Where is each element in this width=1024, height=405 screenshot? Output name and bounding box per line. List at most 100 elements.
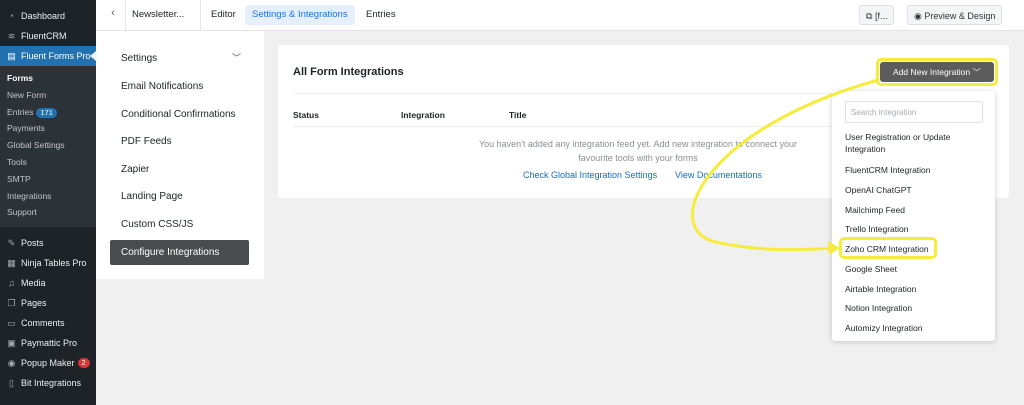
page-title: All Form Integrations [293,66,404,78]
wp-submenu-label: Entries [7,106,34,117]
wp-submenu-support[interactable]: Support [0,204,96,221]
settings-menu-landing-page[interactable]: Landing Page [110,184,249,209]
wp-submenu-label: SMTP [7,173,31,184]
form-editor-topbar: ‹ Newsletter... Editor Settings & Integr… [96,0,1024,31]
copy-icon: ⧉ [866,11,873,21]
popup-icon: ◉ [7,357,16,368]
wp-menu-label: Media [21,278,46,289]
settings-menu-email-notifications[interactable]: Email Notifications [110,74,249,99]
wp-submenu-label: New Form [7,89,47,100]
fluent-forms-icon: ▤ [7,50,16,61]
wp-submenu-label: Global Settings [7,140,65,151]
settings-menu-custom-css-js[interactable]: Custom CSS/JS [110,212,249,237]
divider [200,0,201,31]
payment-icon: ▣ [7,337,16,348]
wp-admin-sidebar: ◔ Dashboard ≋ FluentCRM ▤ Fluent Forms P… [0,0,96,405]
wp-menu-ninja-tables[interactable]: ▦ Ninja Tables Pro [0,253,96,273]
wp-submenu-new-form[interactable]: New Form [0,87,96,104]
wp-menu-label: FluentCRM [21,31,67,41]
dropdown-item-google-sheet[interactable]: Google Sheet [845,263,985,275]
comment-icon: ▭ [7,317,16,328]
view-documentation-link[interactable]: View Documentations [675,170,762,180]
wp-submenu-tools[interactable]: Tools [0,154,96,171]
wp-menu-label: Dashboard [21,11,66,21]
dropdown-item-mailchimp[interactable]: Mailchimp Feed [845,204,985,216]
wp-submenu-payments[interactable]: Payments [0,120,96,137]
wp-submenu: Forms New Form Entries 171 Payments Globa… [0,66,96,228]
wp-menu-label: Fluent Forms Pro [21,51,91,61]
empty-state-line: You haven't added any integration feed y… [478,139,798,149]
wp-menu-fluentcrm[interactable]: ≋ FluentCRM [0,26,96,46]
dropdown-item-notion[interactable]: Notion Integration [845,302,985,314]
pages-icon: ❐ [7,297,16,308]
empty-state-line: favourite tools with your forms [578,153,698,163]
wp-submenu-integrations[interactable]: Integrations [0,188,96,205]
wp-menu-label: Pages [21,298,47,309]
wp-menu-pages[interactable]: ❐ Pages [0,293,96,313]
preview-label: Preview & Design [924,11,996,21]
wp-menu-label: Bit Integrations [21,378,82,389]
bit-icon: ▯ [9,377,14,388]
chevron-down-icon: ﹀ [231,53,241,63]
divider [125,0,126,31]
wp-menu-label: Popup Maker [21,358,75,369]
settings-menu-pdf-feeds[interactable]: PDF Feeds [110,129,249,154]
wp-submenu-label: Support [7,207,37,218]
wp-submenu-smtp[interactable]: SMTP [0,171,96,188]
back-chevron-icon[interactable]: ‹ [106,7,120,23]
wp-submenu-global-settings[interactable]: Global Settings [0,137,96,154]
wp-menu-media[interactable]: ♫ Media [0,273,96,293]
wp-menu-paymattic[interactable]: ▣ Paymattic Pro [0,333,96,353]
search-integration-input[interactable] [845,101,983,123]
settings-menu-conditional-confirmations[interactable]: Conditional Confirmations [110,102,249,127]
settings-menu-label: Settings [121,53,158,64]
wp-submenu-label: Forms [7,73,33,83]
dropdown-item-trello[interactable]: Trello Integration [845,223,985,235]
settings-menu: Settings ﹀ Email Notifications Condition… [96,31,264,279]
wp-submenu-label: Payments [7,123,45,134]
shortcode-label: [f... [874,11,888,21]
tab-entries[interactable]: Entries [359,5,403,25]
settings-menu-configure-integrations[interactable]: Configure Integrations [110,240,249,265]
eye-icon: ◉ [914,11,922,21]
entries-count-badge: 171 [36,107,57,118]
wp-menu-posts[interactable]: ✎ Posts [0,233,96,253]
settings-menu-zapier[interactable]: Zapier [110,157,249,182]
column-header-status: Status [293,110,319,120]
integration-dropdown: User Registration or Update Integration … [832,91,995,341]
wp-menu-label: Ninja Tables Pro [21,258,87,269]
column-header-title: Title [509,110,527,120]
wp-submenu-forms[interactable]: Forms [0,70,96,87]
dropdown-item-openai-chatgpt[interactable]: OpenAI ChatGPT [845,184,985,196]
settings-menu-settings[interactable]: Settings ﹀ [110,46,249,71]
divider [293,126,833,127]
wp-menu-label: Paymattic Pro [21,338,78,349]
shortcode-copy-button[interactable]: ⧉ [f... [859,5,895,25]
preview-design-button[interactable]: ◉ Preview & Design [907,5,1003,25]
tab-editor[interactable]: Editor [204,5,243,25]
highlight-add-button [876,58,998,86]
wp-menu-fluent-forms-pro[interactable]: ▤ Fluent Forms Pro [0,46,96,66]
dropdown-item-automizy[interactable]: Automizy Integration [845,322,985,334]
wp-menu-dashboard[interactable]: ◔ Dashboard [0,6,96,26]
wp-menu-bit-integrations[interactable]: ▯ Bit Integrations [0,373,96,393]
wp-menu-comments[interactable]: ▭ Comments [0,313,96,333]
table-icon: ▦ [7,257,16,268]
dropdown-item-airtable[interactable]: Airtable Integration [845,283,985,295]
tab-settings-integrations[interactable]: Settings & Integrations [245,5,355,25]
empty-state-message: You haven't added any integration feed y… [468,137,808,165]
fluentcrm-icon: ≋ [7,30,16,41]
wp-submenu-label: Integrations [7,190,52,201]
wp-menu-popup-maker[interactable]: ◉ Popup Maker 2 [0,353,96,373]
wp-submenu-entries[interactable]: Entries 171 [0,104,96,121]
wp-submenu-label: Tools [7,156,27,167]
pin-icon: ✎ [7,237,16,248]
dropdown-item-fluentcrm[interactable]: FluentCRM Integration [845,164,985,176]
dropdown-item-user-registration[interactable]: User Registration or Update Integration [845,131,985,155]
dashboard-icon: ◔ [8,11,15,21]
form-name: Newsletter... [132,9,185,20]
popup-maker-badge: 2 [77,358,90,369]
global-integration-settings-link[interactable]: Check Global Integration Settings [523,170,657,180]
highlight-zoho-crm [839,237,937,259]
media-icon: ♫ [8,278,15,289]
